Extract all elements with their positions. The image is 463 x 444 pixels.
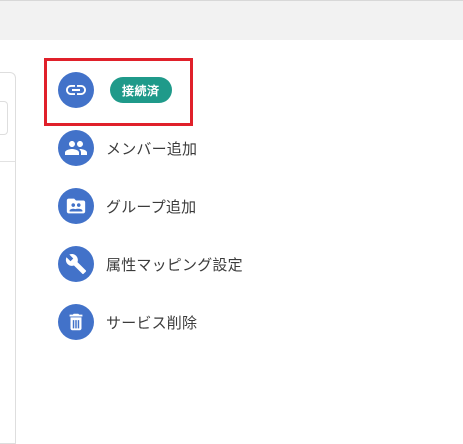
- add-member-label: メンバー追加: [106, 139, 198, 158]
- people-icon: [58, 130, 94, 166]
- side-panel: [0, 72, 16, 444]
- connection-status-row[interactable]: 接続済: [58, 72, 172, 108]
- wrench-icon: [58, 246, 94, 282]
- side-panel-divider: [0, 161, 15, 162]
- attribute-mapping-label: 属性マッピング設定: [106, 255, 243, 274]
- add-group-label: グループ追加: [106, 197, 197, 216]
- link-icon[interactable]: [58, 72, 94, 108]
- group-folder-icon: [58, 188, 94, 224]
- side-panel-control[interactable]: [0, 101, 8, 135]
- top-bar: [0, 0, 463, 40]
- add-group-button[interactable]: グループ追加: [58, 188, 196, 224]
- attribute-mapping-button[interactable]: 属性マッピング設定: [58, 246, 243, 282]
- delete-service-button[interactable]: サービス削除: [58, 304, 197, 340]
- delete-service-label: サービス削除: [106, 313, 198, 332]
- trash-icon: [58, 304, 94, 340]
- add-member-button[interactable]: メンバー追加: [58, 130, 197, 166]
- connected-status-badge: 接続済: [110, 77, 172, 103]
